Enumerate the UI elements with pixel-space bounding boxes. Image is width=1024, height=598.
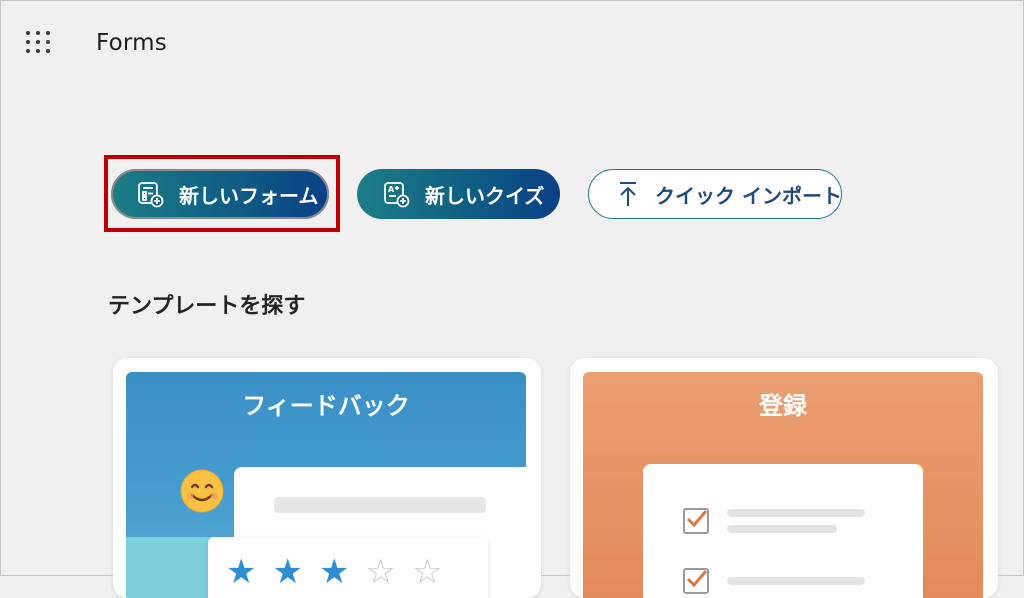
quiz-add-icon: A xyxy=(381,179,411,209)
form-add-icon xyxy=(135,179,165,209)
upload-arrow-icon xyxy=(615,179,641,209)
checklist-illustration xyxy=(643,464,923,598)
new-quiz-button[interactable]: A 新しいクイズ xyxy=(357,169,560,219)
smiley-emoji-icon xyxy=(180,469,224,513)
quick-import-button[interactable]: クイック インポート xyxy=(588,169,842,219)
template-label: フィードバック xyxy=(242,392,410,420)
svg-text:A: A xyxy=(388,185,395,194)
app-title[interactable]: Forms xyxy=(96,30,167,56)
template-thumbnail: 登録 xyxy=(583,372,983,598)
new-quiz-label: 新しいクイズ xyxy=(425,183,545,208)
app-launcher-waffle-icon[interactable] xyxy=(26,31,54,55)
star-filled-icon: ★ xyxy=(226,552,257,592)
star-empty-icon: ☆ xyxy=(411,552,443,592)
template-card-feedback[interactable]: フィードバック ★ ★ ★ ☆ ☆ xyxy=(113,358,541,598)
new-form-button[interactable]: 新しいフォーム xyxy=(111,169,329,219)
star-filled-icon: ★ xyxy=(272,552,303,592)
rating-illustration: ★ ★ ★ ☆ ☆ xyxy=(208,537,488,598)
star-empty-icon: ☆ xyxy=(365,552,396,592)
quick-import-label: クイック インポート xyxy=(655,183,842,208)
template-thumbnail: フィードバック ★ ★ ★ ☆ ☆ xyxy=(126,372,526,598)
checkbox-checked-icon xyxy=(683,568,709,594)
star-filled-icon: ★ xyxy=(318,552,350,592)
templates-section-title: テンプレートを探す xyxy=(108,294,306,319)
new-form-label: 新しいフォーム xyxy=(179,183,319,208)
template-label: 登録 xyxy=(759,392,807,420)
template-card-registration[interactable]: 登録 xyxy=(570,358,998,598)
checkbox-checked-icon xyxy=(683,508,709,534)
